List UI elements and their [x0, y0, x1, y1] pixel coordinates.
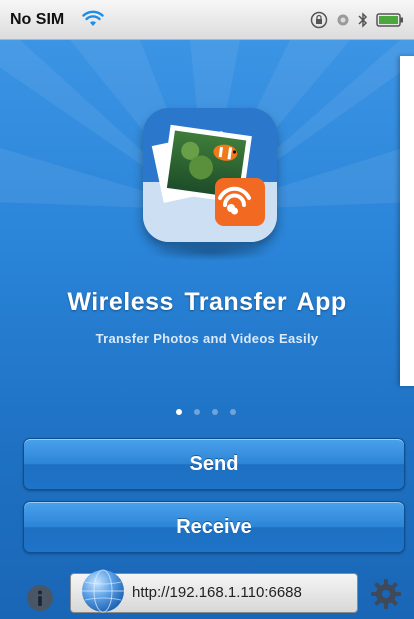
carrier-label: No SIM: [10, 11, 65, 28]
globe-icon: [82, 569, 124, 613]
gear-icon[interactable]: [370, 578, 402, 610]
page-dot[interactable]: [230, 409, 236, 415]
battery-icon: [376, 13, 403, 27]
app-title: Wireless Transfer App: [67, 288, 347, 316]
wifi-icon: [82, 10, 104, 26]
status-bar: No SIM: [0, 0, 414, 40]
location-icon: [337, 14, 349, 26]
page-dot[interactable]: [194, 409, 200, 415]
server-url-text: http://192.168.1.110:6688: [132, 584, 302, 601]
page-dot[interactable]: [212, 409, 218, 415]
receive-button[interactable]: Receive: [23, 501, 405, 553]
status-icons: [310, 10, 404, 30]
wireless-transfer-app-icon: [143, 108, 277, 242]
app-screen: No SIM Wireless Transfer App Transfer Ph…: [0, 0, 414, 619]
info-icon[interactable]: [26, 584, 54, 612]
send-button[interactable]: Send: [23, 438, 405, 490]
app-subtitle: Transfer Photos and Videos Easily: [95, 331, 319, 346]
rotation-lock-icon: [310, 11, 328, 29]
bluetooth-icon: [358, 12, 368, 28]
page-dot-active[interactable]: [176, 409, 182, 415]
icon-reflection: [148, 243, 272, 261]
page-indicator[interactable]: [176, 409, 236, 415]
